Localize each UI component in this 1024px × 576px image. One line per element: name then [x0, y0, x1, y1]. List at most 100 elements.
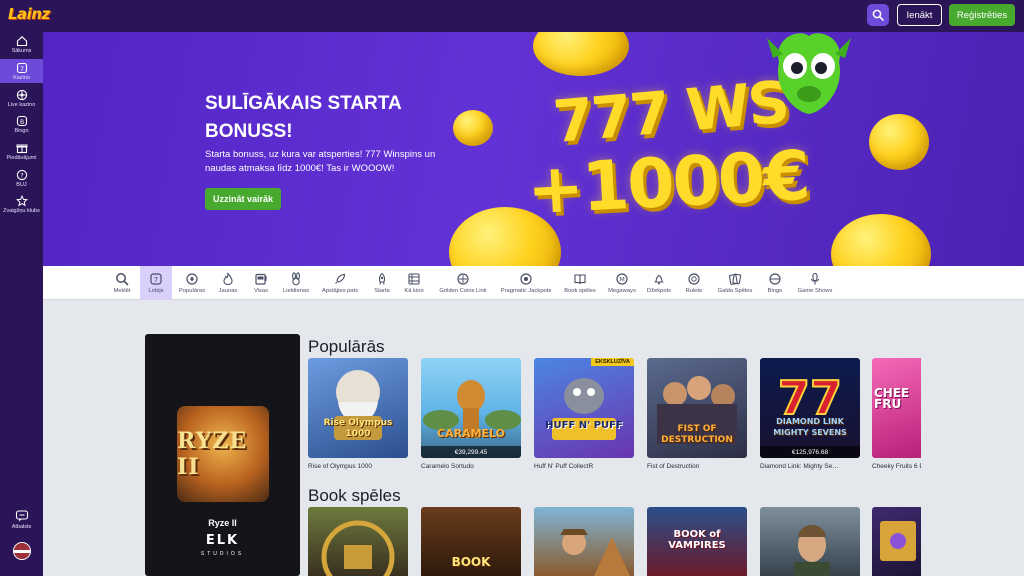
game-tile[interactable]: [872, 507, 921, 576]
category-label: Jaunas: [218, 288, 238, 294]
tab-pragmatic-jackpots[interactable]: Pragmatic Jackpots: [496, 266, 556, 300]
category-label: Pragmatic Jackpots: [500, 288, 552, 294]
help-icon: ?: [16, 169, 27, 180]
game-art: [321, 520, 395, 576]
game-art: 77: [777, 370, 843, 426]
exclusive-badge: EKSKLUZĪVA: [591, 358, 634, 366]
provider-logo: ELK: [205, 533, 240, 548]
game-title: Cheeky Fruits 6 D…: [872, 463, 921, 470]
book-icon: [573, 272, 587, 286]
lobby-icon: 7: [149, 272, 163, 286]
sidebar-item-faq[interactable]: ? BUJ: [0, 166, 43, 190]
category-label: Visas: [253, 288, 269, 294]
megaways-icon: M: [615, 272, 629, 286]
category-label: Džekpots: [646, 288, 672, 294]
category-nav: Meklēt 7 Lobijs Populāras Jaunas Visas L…: [43, 266, 1024, 300]
game-art: [334, 370, 382, 440]
bingo-icon: [768, 272, 782, 286]
category-label: Book spēles: [564, 288, 596, 294]
chat-support-icon: [15, 509, 28, 521]
tab-popular[interactable]: Populāras: [174, 266, 210, 300]
sidebar-item-label: Sākums: [11, 47, 32, 54]
game-tile[interactable]: 77 DIAMOND LINK MIGHTY SEVENS €125,976.6…: [760, 358, 860, 458]
site-logo[interactable]: Lainz: [8, 5, 50, 23]
game-art: [552, 378, 616, 440]
hero-title: SULĪGĀKAIS STARTA BONUSS!: [205, 93, 401, 142]
search-button[interactable]: [867, 4, 889, 26]
tab-all[interactable]: Visas: [247, 266, 275, 300]
game-tile[interactable]: BOOK of VAMPIRES: [647, 507, 747, 576]
register-button[interactable]: Reģistrēties: [949, 4, 1015, 26]
tab-new[interactable]: Jaunas: [213, 266, 243, 300]
game-tile[interactable]: CARAMELO €39,299.45: [421, 358, 521, 458]
mascot-illustration: [767, 33, 851, 114]
sidebar-item-label: Live kazino: [7, 101, 36, 108]
tab-megaways[interactable]: M Megaways: [605, 266, 639, 300]
game-art-title: BOOK: [451, 555, 491, 569]
sidebar-item-offers[interactable]: Piedāvājumi: [0, 139, 43, 163]
tab-table-games[interactable]: Galda Spēles: [714, 266, 756, 300]
game-tile[interactable]: Rise Olympus 1000: [308, 358, 408, 458]
jackpot-amount: €39,299.45: [421, 446, 521, 458]
category-label: Starta: [374, 288, 390, 294]
game-tile[interactable]: HUFF N' PUFF EKSKLUZĪVA: [534, 358, 634, 458]
section-title-popular: Populārās: [308, 337, 385, 356]
game-art: [794, 525, 830, 576]
game-tile[interactable]: [308, 507, 408, 576]
coin-decoration: [533, 32, 629, 76]
login-button[interactable]: Ienākt: [897, 4, 942, 26]
category-label: Kā kino: [404, 288, 424, 294]
svg-text:7: 7: [20, 65, 24, 72]
hero-banner: 777 WS +1000€ SULĪGĀKAIS STARTA BONUSS! …: [43, 32, 1024, 266]
category-label: Lobijs: [148, 288, 164, 294]
featured-game-title: Ryze II: [208, 518, 237, 528]
support-button[interactable]: Atbalsts: [0, 504, 43, 534]
sidebar-item-star-club[interactable]: Zvaigžņu klubs: [0, 192, 43, 216]
tab-golden-coins-link[interactable]: Golden Coins Link: [433, 266, 493, 300]
game-tile[interactable]: [534, 507, 634, 576]
top-bar: Lainz Ienākt Reģistrēties: [0, 0, 1024, 32]
sidebar-item-casino[interactable]: 7 Kazino: [0, 59, 43, 83]
tab-jackpot[interactable]: Džekpots: [644, 266, 674, 300]
game-tile[interactable]: CHEE FRU: [872, 358, 921, 458]
tab-book-games[interactable]: Book spēles: [560, 266, 600, 300]
section-title-book-games: Book spēles: [308, 486, 401, 505]
game-tile[interactable]: [760, 507, 860, 576]
learn-more-button[interactable]: Uzzināt vairāk: [205, 188, 281, 210]
game-tile[interactable]: FIST OF DESTRUCTION: [647, 358, 747, 458]
featured-game-logo: RYZE II: [177, 428, 248, 480]
tab-search[interactable]: Meklēt: [109, 266, 135, 300]
language-flag-latvia[interactable]: [13, 542, 31, 560]
sidebar-item-label: Piedāvājumi: [6, 154, 37, 161]
gift-icon: [16, 144, 27, 153]
tab-lobby[interactable]: 7 Lobijs: [140, 266, 172, 300]
tab-easter[interactable]: Lieldienas: [279, 266, 313, 300]
category-label: Golden Coins Link: [439, 288, 487, 294]
game-title: Diamond Link: Mighty Se…: [760, 463, 839, 470]
category-label: Populāras: [178, 288, 206, 294]
game-title: Fist of Destruction: [647, 463, 700, 470]
category-label: Galda Spēles: [717, 288, 753, 294]
svg-text:M: M: [619, 276, 625, 284]
star-icon: [15, 194, 28, 206]
tab-bingo[interactable]: Bingo: [761, 266, 789, 300]
tab-start[interactable]: Starta: [369, 266, 395, 300]
search-icon: [872, 9, 884, 21]
sidebar-item-live-casino[interactable]: Live kazino: [0, 86, 43, 110]
game-art-title: HUFF N' PUFF: [545, 420, 623, 431]
tab-movie[interactable]: Kā kino: [400, 266, 428, 300]
game-art: [423, 380, 521, 438]
sidebar-item-home[interactable]: Sākums: [0, 32, 43, 56]
tab-roulette[interactable]: Rulete: [680, 266, 708, 300]
sidebar-item-bingo[interactable]: B Bingo: [0, 112, 43, 136]
jackpot-amount: €125,976.68: [760, 446, 860, 458]
tab-game-shows[interactable]: Game Shows: [793, 266, 837, 300]
flame-icon: [221, 272, 235, 286]
search-icon: [115, 272, 129, 286]
game-tile[interactable]: BOOK: [421, 507, 521, 576]
jackpot-icon: [519, 272, 533, 286]
category-label: Apstājies pats: [321, 288, 359, 294]
tab-stop-yourself[interactable]: Apstājies pats: [317, 266, 363, 300]
game-art-title: DIAMOND LINK MIGHTY SEVENS: [773, 417, 847, 437]
svg-text:?: ?: [20, 171, 23, 179]
